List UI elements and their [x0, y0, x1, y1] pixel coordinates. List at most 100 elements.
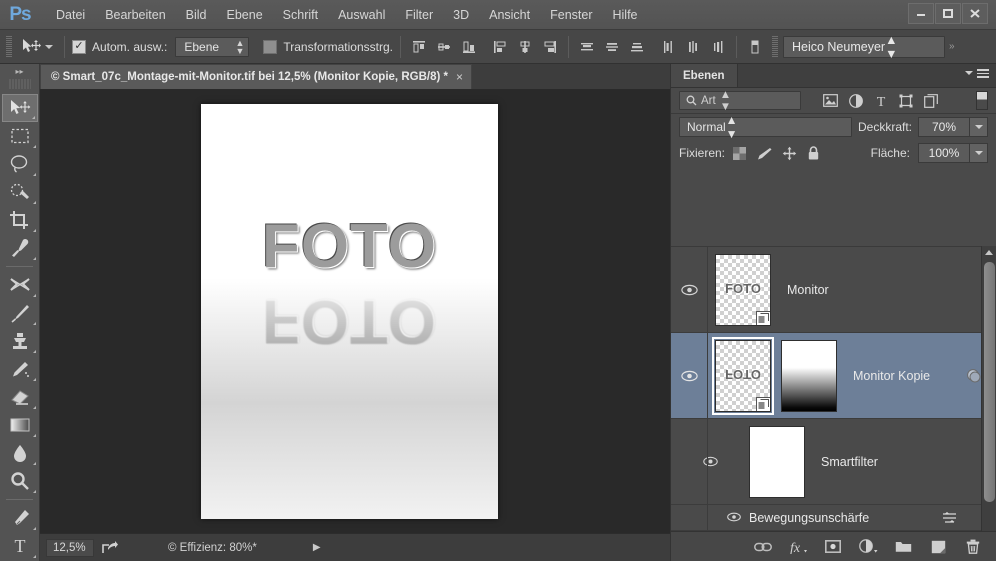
layer-thumbnail-monitor-kopie[interactable]: FOTO [712, 336, 774, 415]
menu-item-bearbeiten[interactable]: Bearbeiten [95, 5, 175, 25]
document-tab[interactable]: © Smart_07c_Montage-mit-Monitor.tif bei … [40, 64, 472, 89]
tool-clone-stamp[interactable] [2, 327, 38, 355]
delete-layer-icon[interactable] [963, 537, 983, 557]
smart-filter-entry-name[interactable]: Bewegungsunschärfe [749, 511, 869, 525]
zoom-level-field[interactable]: 12,5% [46, 538, 94, 557]
workspace-overflow-icon[interactable]: » [949, 41, 955, 52]
tools-collapse-button[interactable]: ▸▸ [0, 64, 39, 78]
menu-item-ebene[interactable]: Ebene [217, 5, 273, 25]
opacity-control[interactable]: 70% [918, 117, 988, 137]
align-vertical-centers-icon[interactable] [433, 36, 455, 58]
layer-mask-thumbnail-monitor-kopie[interactable] [781, 339, 837, 412]
tab-ebenen[interactable]: Ebenen [671, 64, 738, 87]
transform-controls-checkbox[interactable]: ✓ [263, 39, 278, 54]
tool-eyedropper[interactable] [2, 234, 38, 262]
canvas-area[interactable]: FOTO FOTO [40, 90, 670, 533]
close-icon[interactable]: × [456, 70, 463, 84]
tool-crop[interactable] [2, 206, 38, 234]
menu-item-fenster[interactable]: Fenster [540, 5, 602, 25]
menu-item-filter[interactable]: Filter [395, 5, 443, 25]
tool-rectangular-marquee[interactable] [2, 122, 38, 150]
fill-control[interactable]: 100% [918, 143, 988, 163]
auto-select-checkbox[interactable]: ✓ [72, 39, 86, 54]
distribute-vertical-centers-icon[interactable] [601, 36, 623, 58]
fill-chevron-down-icon[interactable] [970, 143, 988, 163]
current-tool-preset[interactable] [17, 38, 57, 56]
scrollbar-thumb[interactable] [984, 262, 995, 502]
tool-type[interactable]: T [2, 532, 38, 560]
menu-item-ansicht[interactable]: Ansicht [479, 5, 540, 25]
add-layer-style-icon[interactable]: fx [788, 537, 808, 557]
menu-item-datei[interactable]: Datei [46, 5, 95, 25]
tool-history-brush[interactable] [2, 355, 38, 383]
smart-filter-group-row[interactable]: Smartfilter [671, 419, 996, 505]
toolbar-extra-icon[interactable] [744, 36, 766, 58]
smart-filter-visibility-toggle[interactable] [671, 456, 749, 467]
menu-item-3d[interactable]: 3D [443, 5, 479, 25]
menu-item-schrift[interactable]: Schrift [273, 5, 328, 25]
layer-visibility-toggle-monitor-kopie[interactable] [671, 370, 707, 382]
layer-list[interactable]: FOTO Monitor FOTO Monitor Kopie Smartfil… [671, 246, 996, 561]
distribute-horizontal-centers-icon[interactable] [682, 36, 704, 58]
layer-name-monitor-kopie[interactable]: Monitor Kopie [853, 369, 930, 383]
smart-object-filter-icon[interactable] [924, 93, 938, 108]
layer-list-scrollbar[interactable] [981, 246, 996, 561]
align-top-edges-icon[interactable] [408, 36, 430, 58]
distribute-left-edges-icon[interactable] [657, 36, 679, 58]
filter-kind-dropdown[interactable]: Art ▲ ▼ [679, 89, 801, 113]
distribute-bottom-edges-icon[interactable] [626, 36, 648, 58]
maximize-button[interactable] [935, 3, 961, 24]
smart-filter-mask-thumbnail[interactable] [749, 425, 805, 498]
tool-move[interactable] [1, 94, 38, 122]
lock-all-icon[interactable] [807, 145, 820, 161]
menu-item-hilfe[interactable]: Hilfe [603, 5, 648, 25]
align-horizontal-centers-icon[interactable] [514, 36, 536, 58]
layer-row-monitor-kopie[interactable]: FOTO Monitor Kopie [671, 333, 996, 419]
filter-blending-options-icon[interactable] [942, 511, 957, 525]
minimize-button[interactable] [908, 3, 934, 24]
menu-item-auswahl[interactable]: Auswahl [328, 5, 395, 25]
smart-filter-entry-visibility-toggle[interactable] [727, 512, 741, 522]
tool-eraser[interactable] [2, 383, 38, 411]
tool-pen[interactable] [2, 504, 38, 532]
tool-brush[interactable] [2, 299, 38, 327]
align-bottom-edges-icon[interactable] [458, 36, 480, 58]
layer-row-monitor[interactable]: FOTO Monitor [671, 247, 996, 333]
lock-position-icon[interactable] [782, 146, 797, 161]
align-left-edges-icon[interactable] [489, 36, 511, 58]
lock-transparent-pixels-icon[interactable] [733, 146, 747, 160]
adjustment-layers-filter-icon[interactable] [849, 93, 863, 108]
opacity-chevron-down-icon[interactable] [970, 117, 988, 137]
fill-value[interactable]: 100% [918, 143, 970, 163]
panel-menu-icon[interactable] [965, 69, 989, 78]
layer-thumbnail-monitor[interactable]: FOTO [715, 253, 771, 326]
new-layer-icon[interactable] [928, 537, 948, 557]
smart-filter-entry-row[interactable]: Bewegungsunschärfe [671, 505, 996, 531]
tool-blur[interactable] [2, 439, 38, 467]
pixel-layers-filter-icon[interactable] [823, 94, 838, 107]
blend-mode-dropdown[interactable]: Normal ▲ ▼ [679, 113, 852, 141]
distribute-right-edges-icon[interactable] [707, 36, 729, 58]
tool-preset-chevron-down-icon[interactable] [45, 44, 53, 49]
align-right-edges-icon[interactable] [539, 36, 561, 58]
smart-filter-group-name[interactable]: Smartfilter [821, 455, 878, 469]
close-button[interactable] [962, 3, 988, 24]
type-layers-filter-icon[interactable]: T [874, 94, 888, 108]
shape-layers-filter-icon[interactable] [899, 94, 913, 108]
distribute-top-edges-icon[interactable] [576, 36, 598, 58]
tool-dodge[interactable] [2, 467, 38, 495]
share-icon[interactable] [102, 540, 118, 555]
scroll-up-arrow-icon[interactable] [982, 246, 996, 259]
filter-toggle-icon[interactable] [976, 91, 988, 110]
tool-quick-selection[interactable] [2, 178, 38, 206]
workspace-dropdown[interactable]: Heico Neumeyer ▲ ▼ [782, 33, 945, 61]
lock-image-pixels-icon[interactable] [756, 147, 772, 160]
new-group-icon[interactable] [893, 537, 913, 557]
auto-select-scope-dropdown[interactable]: Ebene ▲ ▼ [175, 36, 250, 57]
opacity-value[interactable]: 70% [918, 117, 970, 137]
menu-item-bild[interactable]: Bild [176, 5, 217, 25]
status-expand-arrow-icon[interactable]: ▶ [313, 542, 321, 553]
options-bar-grip[interactable] [6, 35, 12, 58]
add-layer-mask-icon[interactable] [823, 537, 843, 557]
layer-visibility-toggle-monitor[interactable] [671, 284, 707, 296]
